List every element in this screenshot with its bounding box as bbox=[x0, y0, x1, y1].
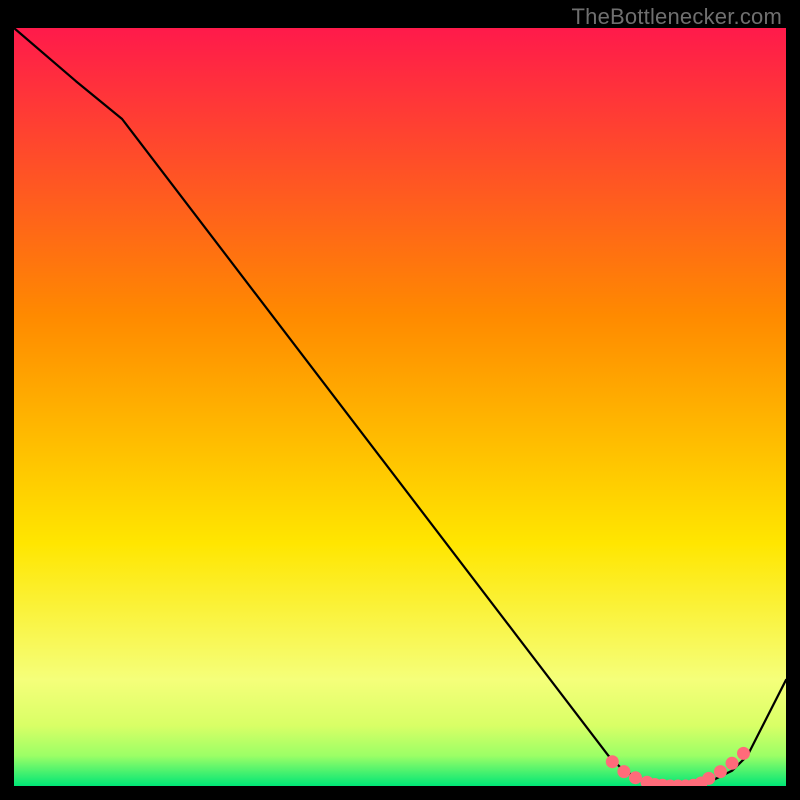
highlight-dot bbox=[617, 765, 630, 778]
highlight-dot bbox=[714, 765, 727, 778]
highlight-dot bbox=[702, 772, 715, 785]
highlight-dot bbox=[737, 747, 750, 760]
highlight-dot bbox=[726, 757, 739, 770]
bottleneck-chart bbox=[14, 28, 786, 786]
highlight-dot bbox=[629, 771, 642, 784]
highlight-dot bbox=[606, 755, 619, 768]
watermark-label: TheBottlenecker.com bbox=[572, 4, 782, 30]
gradient-background bbox=[14, 28, 786, 786]
